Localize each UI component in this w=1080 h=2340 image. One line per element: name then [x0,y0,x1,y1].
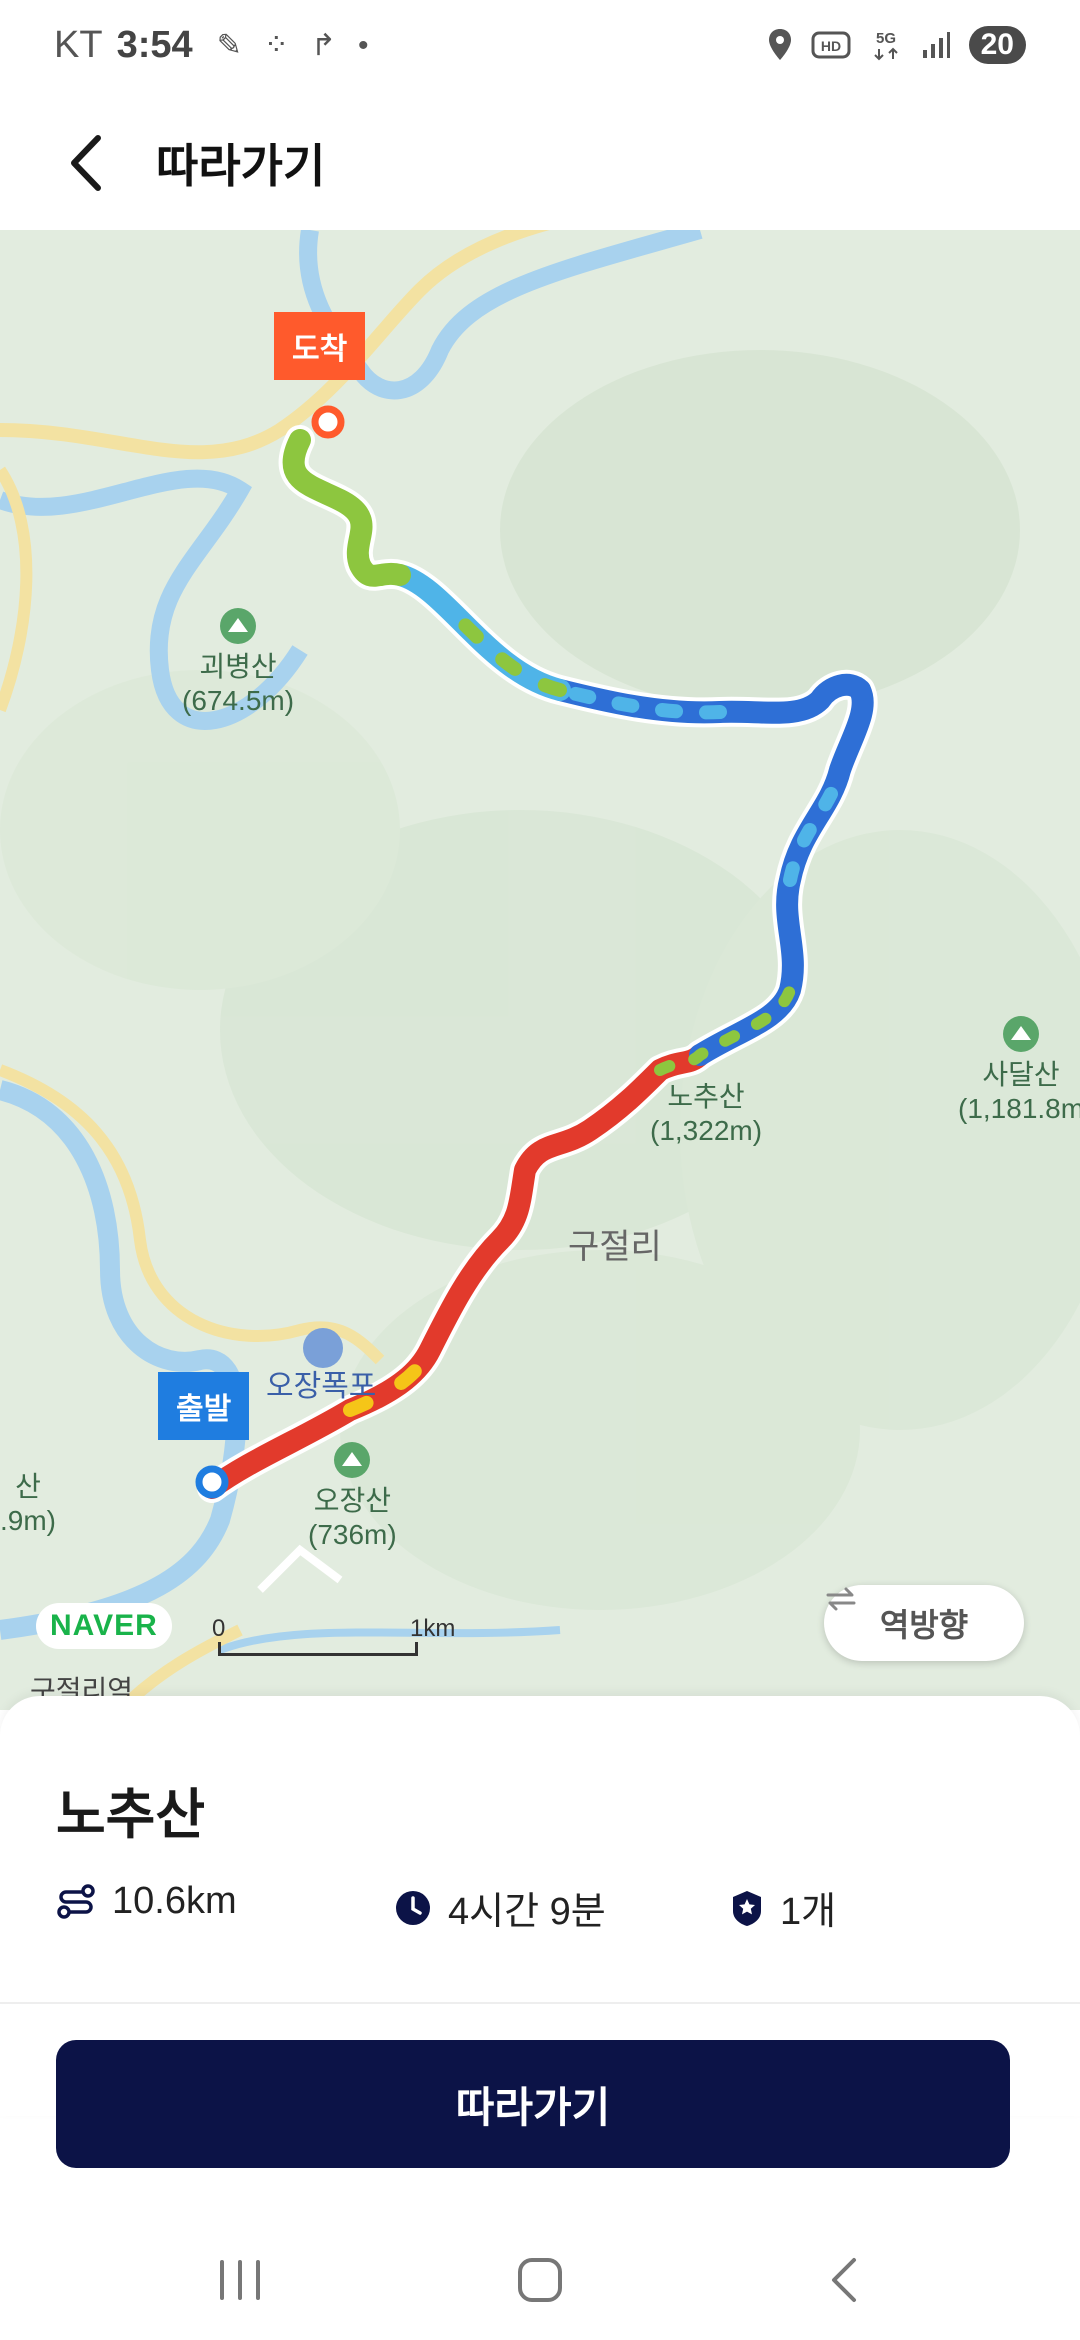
status-left-icons: ✎ ⁘ ↱ • [217,28,369,63]
hd-icon: HD [811,31,851,59]
peak-label-partial: 산 .9m) [0,1471,56,1536]
route-map[interactable]: 도착 출발 괴병산 (674.5m) 노추산 (1,322m) 사달산 (1,1… [0,230,1080,1710]
back-chevron-icon [832,2258,856,2302]
follow-button[interactable]: 따라가기 [56,2040,1010,2168]
dot-icon: • [358,28,369,62]
peak-label-ojangsan: 오장산 (736m) [308,1442,397,1552]
battery-indicator: 20 [968,26,1026,64]
peak-label-nochusan: 노추산 (1,322m) [650,1081,763,1146]
mountain-icon [220,608,257,644]
peak-label-sadalsan: 사달산 (1,181.8m [958,1016,1080,1126]
distance-stat: 10.6km [56,1880,237,1923]
stamp-count: 1개 [780,1891,837,1933]
status-right: HD 5G 20 [767,26,1026,64]
scale-bar [218,1642,418,1656]
stamp-badge-icon [733,1890,761,1926]
svg-text:HD: HD [821,38,841,54]
place-label-gujeolli: 구절리 [568,1228,662,1266]
app-header: 따라가기 [0,100,1080,230]
status-left: KT 3:54 ✎ ⁘ ↱ • [54,24,369,67]
peak-label-goebyeongsan: 괴병산 (674.5m) [182,608,294,718]
scale-end-label: 1km [410,1615,456,1642]
arrive-tag: 도착 [274,312,366,380]
depart-tag: 출발 [158,1372,250,1440]
arrive-pin[interactable] [311,405,345,439]
home-button[interactable] [500,2250,580,2310]
home-icon [518,2258,562,2302]
depart-pin[interactable] [195,1465,229,1499]
carrier-label: KT [54,24,103,66]
route-icon: ↱ [310,29,337,62]
course-stats: 10.6km 4시간 9분 1개 [56,1880,1036,1940]
stamp-stat: 1개 [730,1880,836,1935]
poi-label-ojangpokpo: 오장폭포 [266,1370,377,1403]
chevron-left-icon [71,135,101,191]
duration-value: 4시간 9분 [448,1891,606,1933]
dots-grid-icon: ⁘ [263,29,289,62]
svg-text:5G: 5G [876,30,896,47]
distance-value: 10.6km [112,1880,237,1922]
clock-icon [396,1890,430,1925]
reverse-direction-button[interactable]: 역방향 [824,1585,1024,1661]
page-title: 따라가기 [156,140,326,192]
swap-arrows-icon [826,1587,856,1611]
clock-time: 3:54 [116,24,193,66]
reverse-label: 역방향 [879,1607,969,1643]
status-bar: KT 3:54 ✎ ⁘ ↱ • HD 5G 20 [0,0,1080,100]
route-distance-icon [57,1883,95,1919]
location-icon [768,29,791,60]
back-button[interactable] [58,128,118,198]
map-canvas[interactable] [0,230,1080,1710]
mountain-icon [334,1442,371,1478]
duration-stat: 4시간 9분 [394,1880,606,1935]
sheet-divider [0,2002,1080,2004]
signal-icon [922,32,950,58]
recents-icon [220,2260,260,2300]
5g-icon: 5G [873,30,898,61]
course-title: 노추산 [56,1785,206,1845]
system-nav-bar [0,2220,1080,2340]
naver-logo: NAVER [36,1603,172,1649]
sound-tool-icon: ✎ [216,29,242,62]
system-back-button[interactable] [806,2250,886,2310]
scale-start-label: 0 [212,1615,226,1642]
mountain-icon [1003,1016,1040,1052]
recent-apps-button[interactable] [200,2250,280,2310]
